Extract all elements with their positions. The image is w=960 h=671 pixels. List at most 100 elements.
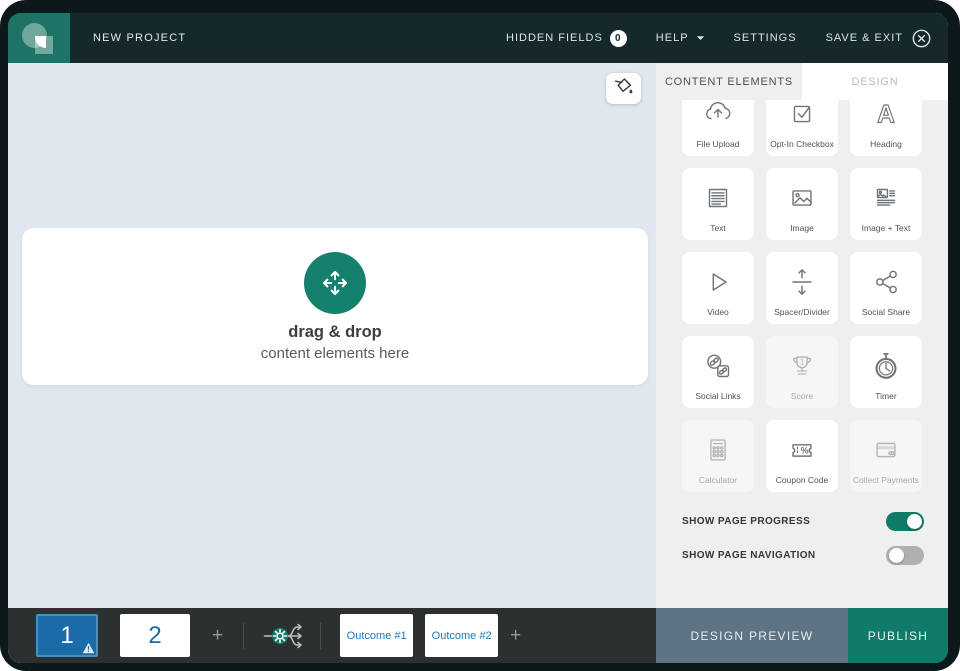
- tile-label: Image: [790, 222, 814, 233]
- tile-label: Social Share: [861, 306, 911, 317]
- tile-label: Collect Payments: [852, 474, 920, 485]
- add-page-button[interactable]: +: [212, 625, 223, 647]
- hidden-fields-label: HIDDEN FIELDS: [506, 32, 603, 44]
- page-options: SHOW PAGE PROGRESS SHOW PAGE NAVIGATION: [656, 492, 948, 580]
- design-preview-button[interactable]: DESIGN PREVIEW: [656, 608, 848, 663]
- svg-text:1: 1: [800, 356, 805, 366]
- add-outcome-button[interactable]: +: [510, 625, 521, 647]
- dropzone-subtitle: content elements here: [260, 344, 410, 362]
- warning-icon: [82, 642, 95, 654]
- tile-label: Coupon Code: [775, 474, 829, 485]
- tile-collect-payments: Collect Payments: [850, 420, 922, 492]
- move-arrows-icon: [304, 251, 366, 314]
- tile-video[interactable]: Video: [682, 252, 754, 324]
- save-exit-label: SAVE & EXIT: [825, 32, 903, 44]
- tile-text[interactable]: Text: [682, 168, 754, 240]
- save-exit-button[interactable]: SAVE & EXIT: [826, 28, 932, 49]
- tile-calculator: Calculator: [682, 420, 754, 492]
- page-number: 2: [148, 621, 162, 649]
- tile-file-upload[interactable]: File Upload: [682, 100, 754, 156]
- dropzone-title: drag & drop: [288, 322, 382, 341]
- top-nav: HIDDEN FIELDS 0 HELP SETTINGS SAVE & EXI…: [506, 28, 948, 49]
- tile-spacer-divider[interactable]: Spacer/Divider: [766, 252, 838, 324]
- tile-label: Video: [707, 306, 729, 317]
- tile-score: 1 Score: [766, 336, 838, 408]
- tile-opt-in-checkbox[interactable]: Opt-In Checkbox: [766, 100, 838, 156]
- collect-payments-icon: [850, 420, 922, 475]
- bottom-bar: 1 2 + Outcome #1 Outcome #2 + DESIGN PREVIEW…: [8, 608, 948, 663]
- timer-icon: [850, 336, 922, 391]
- spacer-divider-icon: [766, 252, 838, 307]
- tile-coupon-code[interactable]: % Coupon Code: [766, 420, 838, 492]
- page-style-button[interactable]: [606, 73, 641, 104]
- branch-gear-icon[interactable]: [263, 620, 307, 652]
- tile-image-text[interactable]: Image + Text: [850, 168, 922, 240]
- app-logo[interactable]: [8, 13, 70, 63]
- social-links-icon: [682, 336, 754, 391]
- calculator-icon: [682, 420, 754, 475]
- app-window-frame: NEW PROJECT HIDDEN FIELDS 0 HELP SETTING…: [0, 0, 960, 671]
- svg-text:%: %: [801, 445, 809, 455]
- text-icon: [682, 168, 754, 223]
- settings-button[interactable]: SETTINGS: [734, 32, 797, 44]
- social-share-icon: [850, 252, 922, 307]
- tile-label: Spacer/Divider: [774, 306, 830, 317]
- score-icon: 1: [766, 336, 838, 391]
- tile-label: Timer: [875, 390, 897, 401]
- tile-label: Opt-In Checkbox: [770, 138, 834, 149]
- coupon-code-icon: %: [766, 420, 838, 475]
- chevron-down-icon: [696, 35, 705, 41]
- opt-in-checkbox-icon: [766, 100, 838, 139]
- paint-bucket-icon: [612, 76, 635, 102]
- tab-content-elements[interactable]: CONTENT ELEMENTS: [656, 63, 802, 100]
- svg-text:A: A: [877, 101, 895, 128]
- right-sidebar: CONTENT ELEMENTS DESIGN File Upload Opt-I…: [656, 63, 948, 608]
- tile-label: Score: [790, 390, 814, 401]
- toggle-row-show-page-progress: SHOW PAGE PROGRESS: [682, 512, 924, 531]
- outcome-thumbnail-1[interactable]: Outcome #1: [340, 614, 414, 657]
- file-upload-icon: [682, 100, 754, 139]
- image-icon: [766, 168, 838, 223]
- tile-image[interactable]: Image: [766, 168, 838, 240]
- help-label: HELP: [655, 32, 689, 44]
- page-thumbnail-1[interactable]: 1: [36, 614, 98, 657]
- toggle-label: SHOW PAGE PROGRESS: [682, 516, 811, 527]
- tile-label: Calculator: [698, 474, 738, 485]
- video-icon: [682, 252, 754, 307]
- content-elements-panel: File Upload Opt-In Checkbox A Heading Text Im…: [656, 100, 948, 492]
- toggle-knob: [906, 514, 922, 529]
- show-page-navigation-toggle[interactable]: [886, 546, 924, 565]
- sidebar-tabs: CONTENT ELEMENTS DESIGN: [656, 63, 948, 100]
- toggle-knob: [888, 548, 904, 563]
- image-text-icon: [850, 168, 922, 223]
- page-thumbnail-2[interactable]: 2: [120, 614, 190, 657]
- content-elements-grid: File Upload Opt-In Checkbox A Heading Text Im…: [682, 100, 922, 492]
- show-page-progress-toggle[interactable]: [886, 512, 924, 531]
- hidden-fields-count-badge: 0: [609, 29, 627, 47]
- tile-social-links[interactable]: Social Links: [682, 336, 754, 408]
- project-title: NEW PROJECT: [93, 32, 187, 44]
- outcome-thumbnail-2[interactable]: Outcome #2: [425, 614, 499, 657]
- top-bar: NEW PROJECT HIDDEN FIELDS 0 HELP SETTING…: [8, 13, 948, 63]
- tile-label: Image + Text: [861, 222, 911, 233]
- page-canvas: drag & drop content elements here: [8, 63, 656, 608]
- heading-icon: A: [850, 100, 922, 139]
- tile-label: File Upload: [696, 138, 740, 149]
- tile-timer[interactable]: Timer: [850, 336, 922, 408]
- dropzone-card[interactable]: drag & drop content elements here: [22, 228, 648, 385]
- logo-square-shape: [35, 36, 53, 54]
- tile-social-share[interactable]: Social Share: [850, 252, 922, 324]
- tile-label: Heading: [870, 138, 902, 149]
- toggle-label: SHOW PAGE NAVIGATION: [682, 550, 816, 561]
- divider: [243, 622, 245, 649]
- hidden-fields-button[interactable]: HIDDEN FIELDS 0: [506, 29, 627, 47]
- tab-design[interactable]: DESIGN: [802, 63, 948, 100]
- app-window: NEW PROJECT HIDDEN FIELDS 0 HELP SETTING…: [8, 13, 948, 663]
- tile-heading[interactable]: A Heading: [850, 100, 922, 156]
- help-menu-button[interactable]: HELP: [656, 32, 705, 44]
- publish-button[interactable]: PUBLISH: [848, 608, 948, 663]
- page-number: 1: [60, 621, 74, 649]
- pages-strip: 1 2 + Outcome #1 Outcome #2 +: [8, 608, 656, 663]
- toggle-row-show-page-navigation: SHOW PAGE NAVIGATION: [682, 546, 924, 565]
- settings-label: SETTINGS: [733, 32, 797, 44]
